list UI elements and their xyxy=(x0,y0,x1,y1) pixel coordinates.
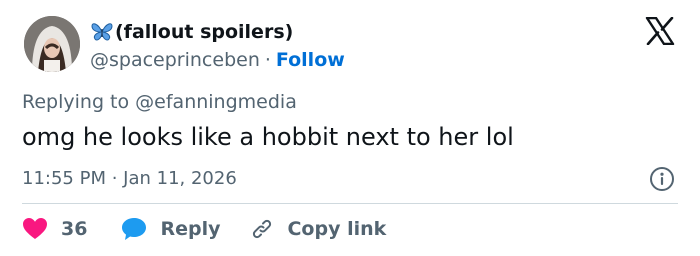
x-logo-icon[interactable] xyxy=(645,17,675,45)
reply-label: Reply xyxy=(160,218,221,240)
copy-link-button[interactable]: Copy link xyxy=(250,217,386,241)
avatar-image xyxy=(24,16,80,72)
tweet-text: omg he looks like a hobbit next to her l… xyxy=(22,123,514,151)
tweet-timestamp[interactable]: 11:55 PM · Jan 11, 2026 xyxy=(22,168,237,189)
like-count: 36 xyxy=(61,218,88,240)
divider xyxy=(22,203,678,204)
display-name[interactable]: (fallout spoilers) xyxy=(115,21,293,43)
author-name-row[interactable]: (fallout spoilers) xyxy=(90,18,293,46)
speech-bubble-icon xyxy=(121,217,147,241)
heart-icon xyxy=(22,217,48,241)
info-icon[interactable] xyxy=(649,166,675,192)
reply-mention-link[interactable]: @efanningmedia xyxy=(135,91,297,113)
action-bar: 36 Reply Copy link xyxy=(22,215,386,243)
copy-link-label: Copy link xyxy=(287,218,387,240)
separator-dot: · xyxy=(264,49,271,71)
avatar[interactable] xyxy=(24,16,80,72)
link-icon xyxy=(250,217,274,241)
like-button[interactable]: 36 xyxy=(22,217,87,241)
reply-button[interactable]: Reply xyxy=(121,217,220,241)
butterfly-icon xyxy=(90,21,114,43)
replying-to: Replying to @efanningmedia xyxy=(22,91,297,113)
user-handle[interactable]: @spaceprinceben xyxy=(90,49,260,71)
follow-button[interactable]: Follow xyxy=(276,49,345,71)
handle-row: @spaceprinceben · Follow xyxy=(90,47,345,73)
replying-to-prefix: Replying to xyxy=(22,91,130,113)
